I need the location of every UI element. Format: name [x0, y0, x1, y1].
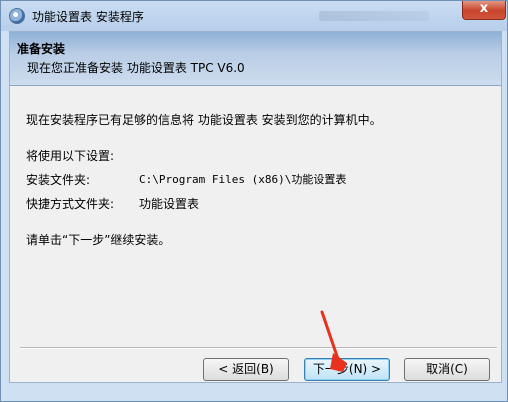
- title-bar[interactable]: 功能设置表 安装程序: [1, 1, 507, 31]
- settings-heading: 将使用以下设置:: [26, 149, 115, 163]
- install-folder-value: C:\Program Files (x86)\功能设置表: [139, 173, 347, 186]
- window-title: 功能设置表 安装程序: [32, 10, 144, 24]
- banner-title: 准备安装: [17, 42, 66, 56]
- next-button[interactable]: 下一步(N) >: [304, 358, 390, 381]
- banner-subtitle: 现在您正准备安装 功能设置表 TPC V6.0: [27, 61, 245, 75]
- shortcut-folder-value: 功能设置表: [139, 197, 200, 211]
- cancel-button[interactable]: 取消(C): [404, 358, 490, 381]
- install-folder-label: 安装文件夹:: [26, 173, 91, 187]
- close-button[interactable]: x: [462, 1, 506, 20]
- installer-app-icon: [9, 8, 25, 24]
- back-button[interactable]: < 返回(B): [203, 358, 289, 381]
- installer-window: 功能设置表 安装程序 x 准备安装 现在您正准备安装 功能设置表 TPC V6.…: [0, 0, 508, 402]
- intro-text: 现在安装程序已有足够的信息将 功能设置表 安装到您的计算机中。: [26, 113, 382, 127]
- shortcut-folder-label: 快捷方式文件夹:: [26, 197, 115, 211]
- instruction-text: 请单击“下一步”继续安装。: [26, 233, 171, 247]
- wizard-content: 准备安装 现在您正准备安装 功能设置表 TPC V6.0 现在安装程序已有足够的…: [9, 31, 502, 383]
- footer-divider: [20, 347, 497, 349]
- blurred-region: [319, 11, 429, 21]
- wizard-banner: 准备安装 现在您正准备安装 功能设置表 TPC V6.0: [10, 32, 501, 86]
